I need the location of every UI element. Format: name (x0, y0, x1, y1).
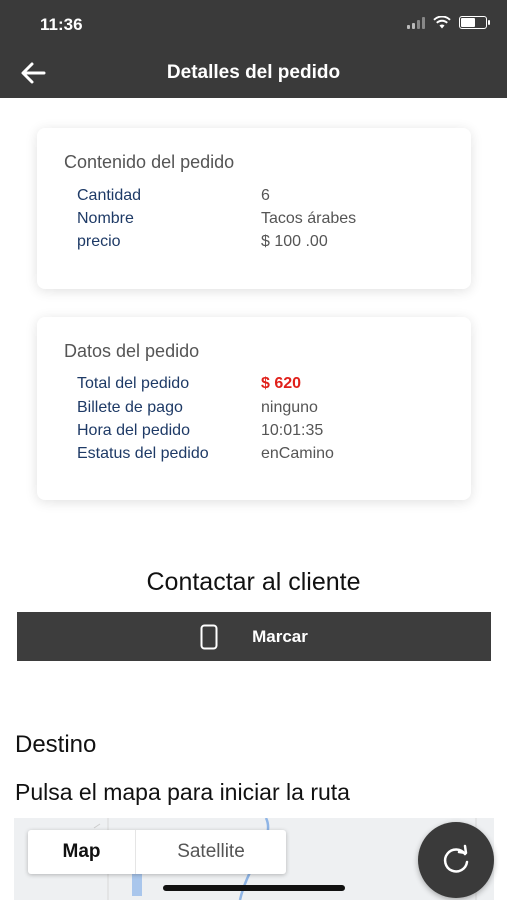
order-data-title: Datos del pedido (64, 341, 200, 361)
call-button[interactable]: Marcar (17, 612, 491, 661)
status-time: 11:36 (40, 15, 83, 34)
order-total-value: $ 620 (261, 375, 302, 392)
wifi-icon (433, 16, 451, 29)
row-value: ninguno (261, 399, 318, 416)
order-data-card: Datos del pedido Total del pedido $ 620 … (37, 317, 471, 500)
map-type-toggle: Map Satellite (28, 830, 286, 874)
home-indicator (163, 885, 345, 891)
row-value: Tacos árabes (261, 210, 357, 227)
order-contents-card: Contenido del pedido Cantidad 6 Nombre T… (37, 128, 471, 289)
contact-title: Contactar al cliente (146, 568, 361, 596)
row-value: 10:01:35 (261, 422, 324, 439)
phone-icon (200, 624, 218, 649)
refresh-button[interactable] (418, 822, 494, 898)
route-hint: Pulsa el mapa para iniciar la ruta (15, 779, 350, 805)
row-label: Cantidad (77, 187, 142, 204)
destination-title: Destino (15, 731, 97, 758)
system-icons (407, 16, 490, 29)
row-value: 6 (261, 187, 270, 204)
nav-header: Detalles del pedido (0, 48, 507, 98)
order-contents-title: Contenido del pedido (64, 152, 235, 172)
call-button-label: Marcar (252, 626, 308, 646)
row-value: enCamino (261, 445, 334, 462)
page-title: Detalles del pedido (166, 62, 341, 83)
row-label: Total del pedido (77, 375, 190, 392)
refresh-icon (443, 844, 469, 873)
row-label: Nombre (77, 210, 134, 227)
status-bar: 11:36 (0, 0, 507, 48)
row-value: $ 100 .00 (261, 233, 328, 250)
row-label: precio (77, 233, 121, 250)
signal-icon (407, 16, 425, 29)
row-label: Billete de pago (77, 399, 183, 416)
row-label: Estatus del pedido (77, 445, 209, 462)
battery-icon (459, 16, 490, 29)
row-label: Hora del pedido (77, 422, 190, 439)
satellite-tab[interactable]: Satellite (136, 830, 286, 874)
map-tab[interactable]: Map (28, 830, 136, 874)
